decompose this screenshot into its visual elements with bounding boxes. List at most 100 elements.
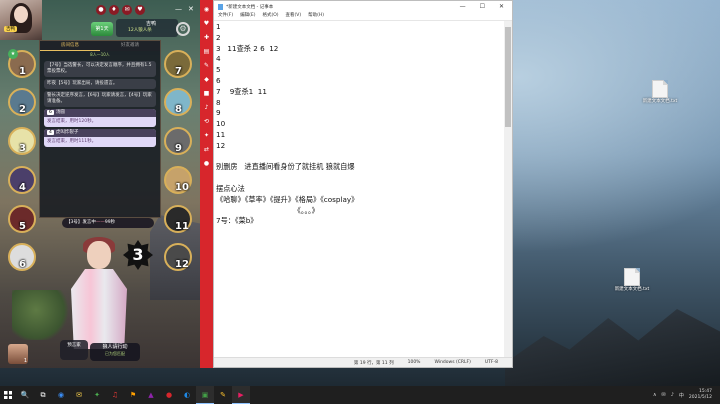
- my-avatar[interactable]: 1: [8, 344, 28, 364]
- encoding: UTF-8: [484, 360, 498, 365]
- taskbar-app-icon[interactable]: ●: [160, 386, 178, 404]
- player-seat-1[interactable]: ★ 1: [8, 49, 36, 78]
- notepad-line: 别删房 进直播间看身份了就挂机 狼就自爆: [216, 162, 355, 172]
- background-tree: [12, 290, 72, 340]
- notepad-line: 摆点心法: [216, 183, 245, 193]
- character-body: [71, 269, 127, 349]
- host-name: 吉鸭: [146, 21, 157, 27]
- player-seat-4[interactable]: 4: [8, 166, 36, 194]
- notepad-line: 10: [216, 119, 226, 129]
- sidebar-tool-icon[interactable]: ✦: [202, 131, 211, 140]
- app-glyph-icon: ▶: [238, 390, 244, 399]
- notepad-line: [216, 152, 502, 163]
- taskbar-app-icon[interactable]: ⚑: [124, 386, 142, 404]
- chat-tabs: 房间信息 好友邀请: [40, 41, 160, 51]
- player-seat-9[interactable]: 9: [164, 127, 192, 155]
- desktop-file-icon[interactable]: 新建文本文档.txt: [640, 80, 680, 104]
- notepad-line: 《哈聊》《草率》《提升》《格局》《cosplay》: [216, 194, 359, 204]
- menu-help[interactable]: 帮助(H): [308, 12, 324, 20]
- streamer-tag: 吉鸭: [4, 26, 17, 32]
- player-seat-7[interactable]: 7: [164, 50, 192, 78]
- message-text: 发言结束，用时120秒。: [47, 119, 97, 124]
- vertical-scrollbar[interactable]: [504, 21, 512, 357]
- speaking-character: [65, 237, 133, 349]
- menu-file[interactable]: 文件(F): [218, 12, 233, 20]
- text-file-icon: [652, 80, 668, 98]
- notepad-titlebar: *新建文本文档 - 记事本 — ☐ ✕: [214, 1, 512, 12]
- taskbar-app-icon[interactable]: ◉: [52, 386, 70, 404]
- app-glyph-icon: ◐: [183, 391, 191, 399]
- menu-edit[interactable]: 编辑(E): [240, 12, 255, 20]
- input-method-icon[interactable]: 中: [679, 392, 684, 399]
- minimize-icon[interactable]: —: [175, 5, 182, 13]
- desktop-file-label: 新建文本文档.txt: [614, 287, 650, 292]
- taskbar-app-icon[interactable]: ♫: [106, 386, 124, 404]
- notepad-line: 4: [216, 54, 221, 64]
- taskbar-app-icon[interactable]: ✉: [70, 386, 88, 404]
- gear-icon[interactable]: ⚙: [176, 22, 190, 36]
- player-seat-6[interactable]: 6: [8, 243, 36, 271]
- taskbar-app-icon[interactable]: ⧉: [34, 386, 52, 404]
- role-card[interactable]: 预言家: [60, 340, 88, 360]
- sidebar-tool-icon[interactable]: ♥: [202, 19, 211, 28]
- sidebar-tool-icon[interactable]: ▤: [202, 47, 211, 56]
- app-glyph-icon: ⚑: [129, 391, 137, 399]
- menu-view[interactable]: 查看(V): [286, 12, 302, 20]
- game-chat-panel: 房间信息 好友邀请 8人—10人 【7号】当选警长，可以决定发言顺序，并且拥有1…: [39, 40, 161, 218]
- player-seat-11[interactable]: 11: [164, 205, 192, 233]
- tab-friend-invite[interactable]: 好友邀请: [100, 41, 160, 51]
- volume-icon[interactable]: ♪: [671, 392, 674, 398]
- sidebar-tool-icon[interactable]: ⟲: [202, 117, 211, 126]
- start-button[interactable]: [0, 386, 16, 404]
- player-seat-5[interactable]: 5: [8, 205, 36, 233]
- sidebar-tool-icon[interactable]: ✚: [202, 33, 211, 42]
- heart-icon[interactable]: ♥: [135, 5, 145, 15]
- sidebar-tool-icon[interactable]: ●: [202, 159, 211, 168]
- sidebar-tool-icon[interactable]: ⇄: [202, 145, 211, 154]
- line-ending: Windows (CRLF): [434, 360, 471, 365]
- tool-sidebar: ◉ ♥ ✚ ▤ ✎ ◆ ■ ♪ ⟲ ✦ ⇄ ●: [200, 0, 213, 368]
- app-glyph-icon: ✦: [94, 391, 100, 399]
- desktop-file-icon[interactable]: 新建文本文档.txt: [612, 268, 652, 292]
- taskbar-app-icon[interactable]: 🔍: [16, 386, 34, 404]
- notification-icon[interactable]: ✉: [662, 392, 666, 398]
- sidebar-tool-icon[interactable]: ■: [202, 89, 211, 98]
- close-icon[interactable]: ✕: [499, 3, 504, 10]
- taskbar-app-icon[interactable]: ▲: [142, 386, 160, 404]
- notepad-line: 3 11查杀 2 6 12: [216, 43, 279, 53]
- sidebar-tool-icon[interactable]: ✎: [202, 61, 211, 70]
- player-seat-12[interactable]: 12: [164, 243, 192, 271]
- player-seat-3[interactable]: 3: [8, 127, 36, 155]
- tray-overflow-icon[interactable]: ∧: [653, 392, 657, 398]
- system-tray: ∧ ✉ ♪ 中 15:47 2021/5/12: [653, 389, 720, 401]
- notepad-text-area[interactable]: 123 11查杀 2 6 12 4 5 6 7 9查杀1 11 8 9 10 11 12 别删房 …: [214, 21, 504, 357]
- notepad-title: *新建文本文档 - 记事本: [226, 4, 274, 10]
- player-seat-2[interactable]: 2: [8, 88, 36, 116]
- sheriff-badge-icon: ★: [8, 49, 18, 59]
- player-count: 8人—10人: [90, 52, 110, 57]
- message-sender: 6 汤圆: [44, 109, 156, 117]
- clock[interactable]: 15:47 2021/5/12: [689, 389, 712, 401]
- scrollbar-thumb[interactable]: [505, 27, 511, 127]
- close-icon[interactable]: ✕: [188, 5, 194, 13]
- player-seat-8[interactable]: 8: [164, 88, 192, 116]
- sidebar-tool-icon[interactable]: ◆: [202, 75, 211, 84]
- system-message: 警长决定逆序发言，【6号】玩家请发言，【4号】玩家请准备。: [44, 91, 156, 107]
- sidebar-tool-icon[interactable]: ◉: [202, 5, 211, 14]
- sidebar-tool-icon[interactable]: ♪: [202, 103, 211, 112]
- record-icon[interactable]: ●: [96, 5, 106, 15]
- player-seat-10[interactable]: 10: [164, 166, 192, 194]
- mail-icon[interactable]: ✉: [122, 5, 132, 15]
- notepad-line: 9: [216, 108, 221, 118]
- maximize-icon[interactable]: ☐: [480, 3, 485, 10]
- tab-room-info[interactable]: 房间信息: [40, 41, 100, 51]
- minimize-icon[interactable]: —: [460, 3, 466, 10]
- menu-format[interactable]: 格式(O): [262, 12, 278, 20]
- taskbar-app-icon[interactable]: ✎: [214, 386, 232, 404]
- shirt-icon[interactable]: ♦: [109, 5, 119, 15]
- taskbar-app-icon[interactable]: ◐: [178, 386, 196, 404]
- taskbar-app-icon[interactable]: ✦: [88, 386, 106, 404]
- message-text: 发言结束，用时111秒。: [47, 139, 97, 144]
- taskbar-app-icon[interactable]: ▶: [232, 386, 250, 404]
- taskbar-app-icon[interactable]: ▣: [196, 386, 214, 404]
